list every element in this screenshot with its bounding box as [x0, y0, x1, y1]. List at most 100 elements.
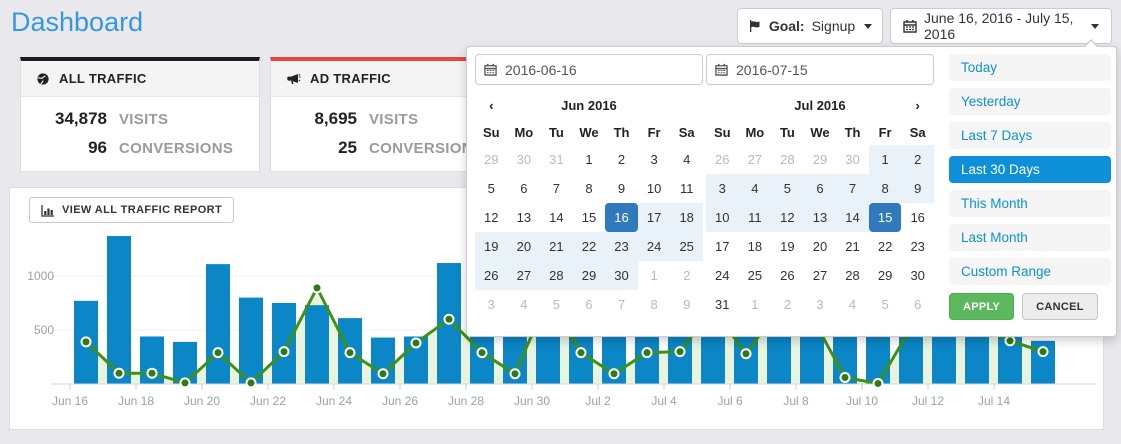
range-option-last-7-days[interactable]: Last 7 Days — [949, 122, 1111, 149]
calendar-day[interactable]: 19 — [475, 232, 508, 261]
calendar-day[interactable]: 1 — [638, 261, 671, 290]
calendar-day[interactable]: 3 — [638, 145, 671, 174]
calendar-day[interactable]: 6 — [508, 174, 541, 203]
calendar-day[interactable]: 5 — [771, 174, 804, 203]
calendar-day[interactable]: 18 — [670, 203, 703, 232]
calendar-day[interactable]: 7 — [605, 290, 638, 319]
calendar-day[interactable]: 31 — [706, 290, 739, 319]
apply-button[interactable]: APPLY — [949, 293, 1014, 320]
range-option-last-month[interactable]: Last Month — [949, 224, 1111, 251]
calendar-day[interactable]: 9 — [901, 174, 934, 203]
calendar-day[interactable]: 30 — [508, 145, 541, 174]
calendar-day[interactable]: 3 — [706, 174, 739, 203]
range-option-yesterday[interactable]: Yesterday — [949, 88, 1111, 115]
calendar-day[interactable]: 18 — [739, 232, 772, 261]
calendar-day[interactable]: 8 — [638, 290, 671, 319]
calendar-day[interactable]: 3 — [475, 290, 508, 319]
calendar-day[interactable]: 9 — [605, 174, 638, 203]
calendar-day[interactable]: 6 — [804, 174, 837, 203]
calendar-day[interactable]: 25 — [670, 232, 703, 261]
calendar-day[interactable]: 16 — [901, 203, 934, 232]
calendar-day[interactable]: 15 — [869, 203, 902, 232]
calendar-day[interactable]: 28 — [836, 261, 869, 290]
cancel-button[interactable]: CANCEL — [1022, 293, 1098, 320]
calendar-day[interactable]: 10 — [706, 203, 739, 232]
calendar-day[interactable]: 12 — [475, 203, 508, 232]
calendar-day[interactable]: 7 — [836, 174, 869, 203]
date-range-button[interactable]: June 16, 2016 - July 15, 2016 — [890, 8, 1112, 44]
calendar-day[interactable]: 11 — [670, 174, 703, 203]
calendar-day[interactable]: 8 — [869, 174, 902, 203]
calendar-day[interactable]: 3 — [804, 290, 837, 319]
calendar-day[interactable]: 28 — [540, 261, 573, 290]
calendar-day[interactable]: 2 — [771, 290, 804, 319]
calendar-day[interactable]: 19 — [771, 232, 804, 261]
calendar-day[interactable]: 30 — [836, 145, 869, 174]
calendar-day[interactable]: 6 — [901, 290, 934, 319]
calendar-day[interactable]: 12 — [771, 203, 804, 232]
calendar-day[interactable]: 10 — [638, 174, 671, 203]
calendar-day[interactable]: 2 — [901, 145, 934, 174]
calendar-day[interactable]: 17 — [706, 232, 739, 261]
calendar-day[interactable]: 15 — [573, 203, 606, 232]
calendar-day[interactable]: 26 — [771, 261, 804, 290]
calendar-day[interactable]: 17 — [638, 203, 671, 232]
calendar-day[interactable]: 20 — [508, 232, 541, 261]
calendar-day[interactable]: 31 — [540, 145, 573, 174]
calendar-day[interactable]: 5 — [540, 290, 573, 319]
calendar-day[interactable]: 25 — [739, 261, 772, 290]
calendar-day[interactable]: 21 — [836, 232, 869, 261]
calendar-day[interactable]: 29 — [804, 145, 837, 174]
calendar-day[interactable]: 28 — [771, 145, 804, 174]
prev-month-button[interactable]: ‹ — [475, 90, 508, 120]
calendar-day[interactable]: 1 — [739, 290, 772, 319]
view-all-traffic-report-button[interactable]: VIEW ALL TRAFFIC REPORT — [29, 197, 234, 223]
calendar-day[interactable]: 21 — [540, 232, 573, 261]
calendar-day[interactable]: 7 — [540, 174, 573, 203]
calendar-day[interactable]: 11 — [739, 203, 772, 232]
calendar-day[interactable]: 1 — [869, 145, 902, 174]
range-option-custom-range[interactable]: Custom Range — [949, 258, 1111, 285]
calendar-day[interactable]: 23 — [901, 232, 934, 261]
calendar-day[interactable]: 22 — [869, 232, 902, 261]
calendar-day[interactable]: 4 — [508, 290, 541, 319]
calendar-day[interactable]: 29 — [475, 145, 508, 174]
range-option-last-30-days[interactable]: Last 30 Days — [949, 156, 1111, 183]
calendar-day[interactable]: 5 — [869, 290, 902, 319]
calendar-day[interactable]: 9 — [670, 290, 703, 319]
calendar-day[interactable]: 6 — [573, 290, 606, 319]
goal-selector-button[interactable]: Goal: Signup — [737, 8, 883, 44]
range-option-this-month[interactable]: This Month — [949, 190, 1111, 217]
calendar-day[interactable]: 2 — [605, 145, 638, 174]
calendar-day[interactable]: 16 — [605, 203, 638, 232]
calendar-day[interactable]: 26 — [706, 145, 739, 174]
calendar-day[interactable]: 14 — [540, 203, 573, 232]
calendar-day[interactable]: 5 — [475, 174, 508, 203]
calendar-day[interactable]: 20 — [804, 232, 837, 261]
calendar-day[interactable]: 29 — [573, 261, 606, 290]
calendar-day[interactable]: 2 — [670, 261, 703, 290]
next-month-button[interactable]: › — [901, 90, 934, 120]
calendar-day[interactable]: 4 — [739, 174, 772, 203]
calendar-day[interactable]: 30 — [605, 261, 638, 290]
calendar-day[interactable]: 24 — [706, 261, 739, 290]
calendar-day[interactable]: 27 — [739, 145, 772, 174]
calendar-day[interactable]: 27 — [508, 261, 541, 290]
calendar-day[interactable]: 8 — [573, 174, 606, 203]
end-date-input[interactable] — [706, 54, 934, 85]
calendar-day[interactable]: 13 — [804, 203, 837, 232]
calendar-day[interactable]: 27 — [804, 261, 837, 290]
calendar-day[interactable]: 26 — [475, 261, 508, 290]
start-date-input[interactable] — [475, 54, 703, 85]
calendar-day[interactable]: 23 — [605, 232, 638, 261]
calendar-day[interactable]: 24 — [638, 232, 671, 261]
calendar-day[interactable]: 22 — [573, 232, 606, 261]
calendar-day[interactable]: 14 — [836, 203, 869, 232]
range-option-today[interactable]: Today — [949, 54, 1111, 81]
calendar-day[interactable]: 30 — [901, 261, 934, 290]
calendar-day[interactable]: 4 — [670, 145, 703, 174]
calendar-day[interactable]: 13 — [508, 203, 541, 232]
calendar-day[interactable]: 1 — [573, 145, 606, 174]
calendar-day[interactable]: 4 — [836, 290, 869, 319]
calendar-day[interactable]: 29 — [869, 261, 902, 290]
